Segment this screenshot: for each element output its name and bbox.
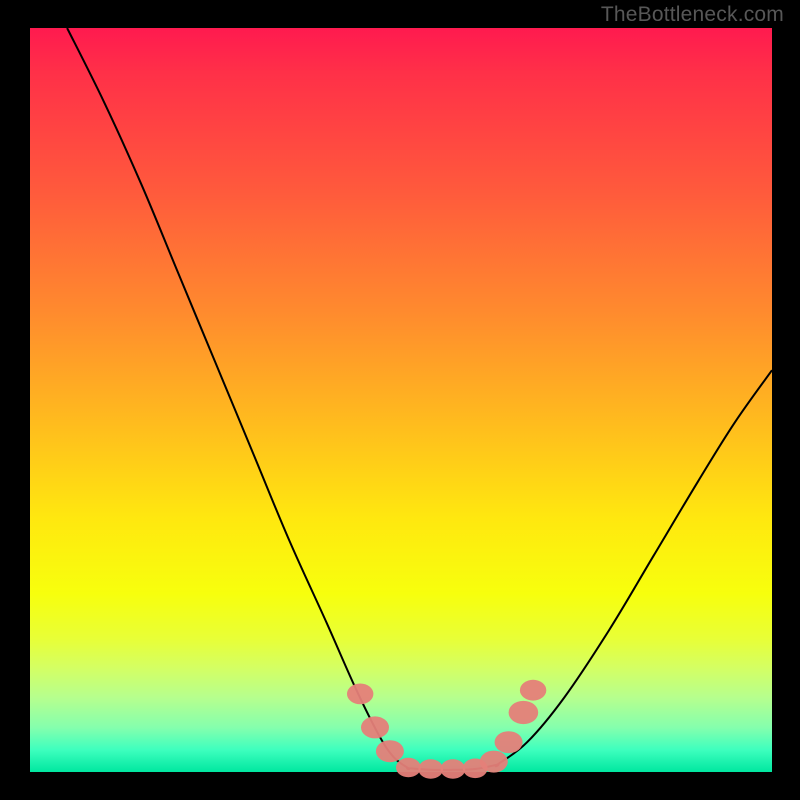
trough-marker xyxy=(418,759,443,779)
trough-marker xyxy=(480,751,508,773)
trough-marker xyxy=(509,701,539,724)
curve-overlay xyxy=(0,0,800,800)
chart-frame: TheBottleneck.com xyxy=(0,0,800,800)
trough-marker xyxy=(376,740,404,762)
bottleneck-curve xyxy=(67,28,772,770)
trough-marker xyxy=(347,684,373,705)
trough-marker xyxy=(361,716,389,738)
trough-marker xyxy=(441,759,466,779)
trough-marker xyxy=(495,731,523,753)
trough-marker xyxy=(396,758,421,778)
trough-marker xyxy=(520,680,546,701)
